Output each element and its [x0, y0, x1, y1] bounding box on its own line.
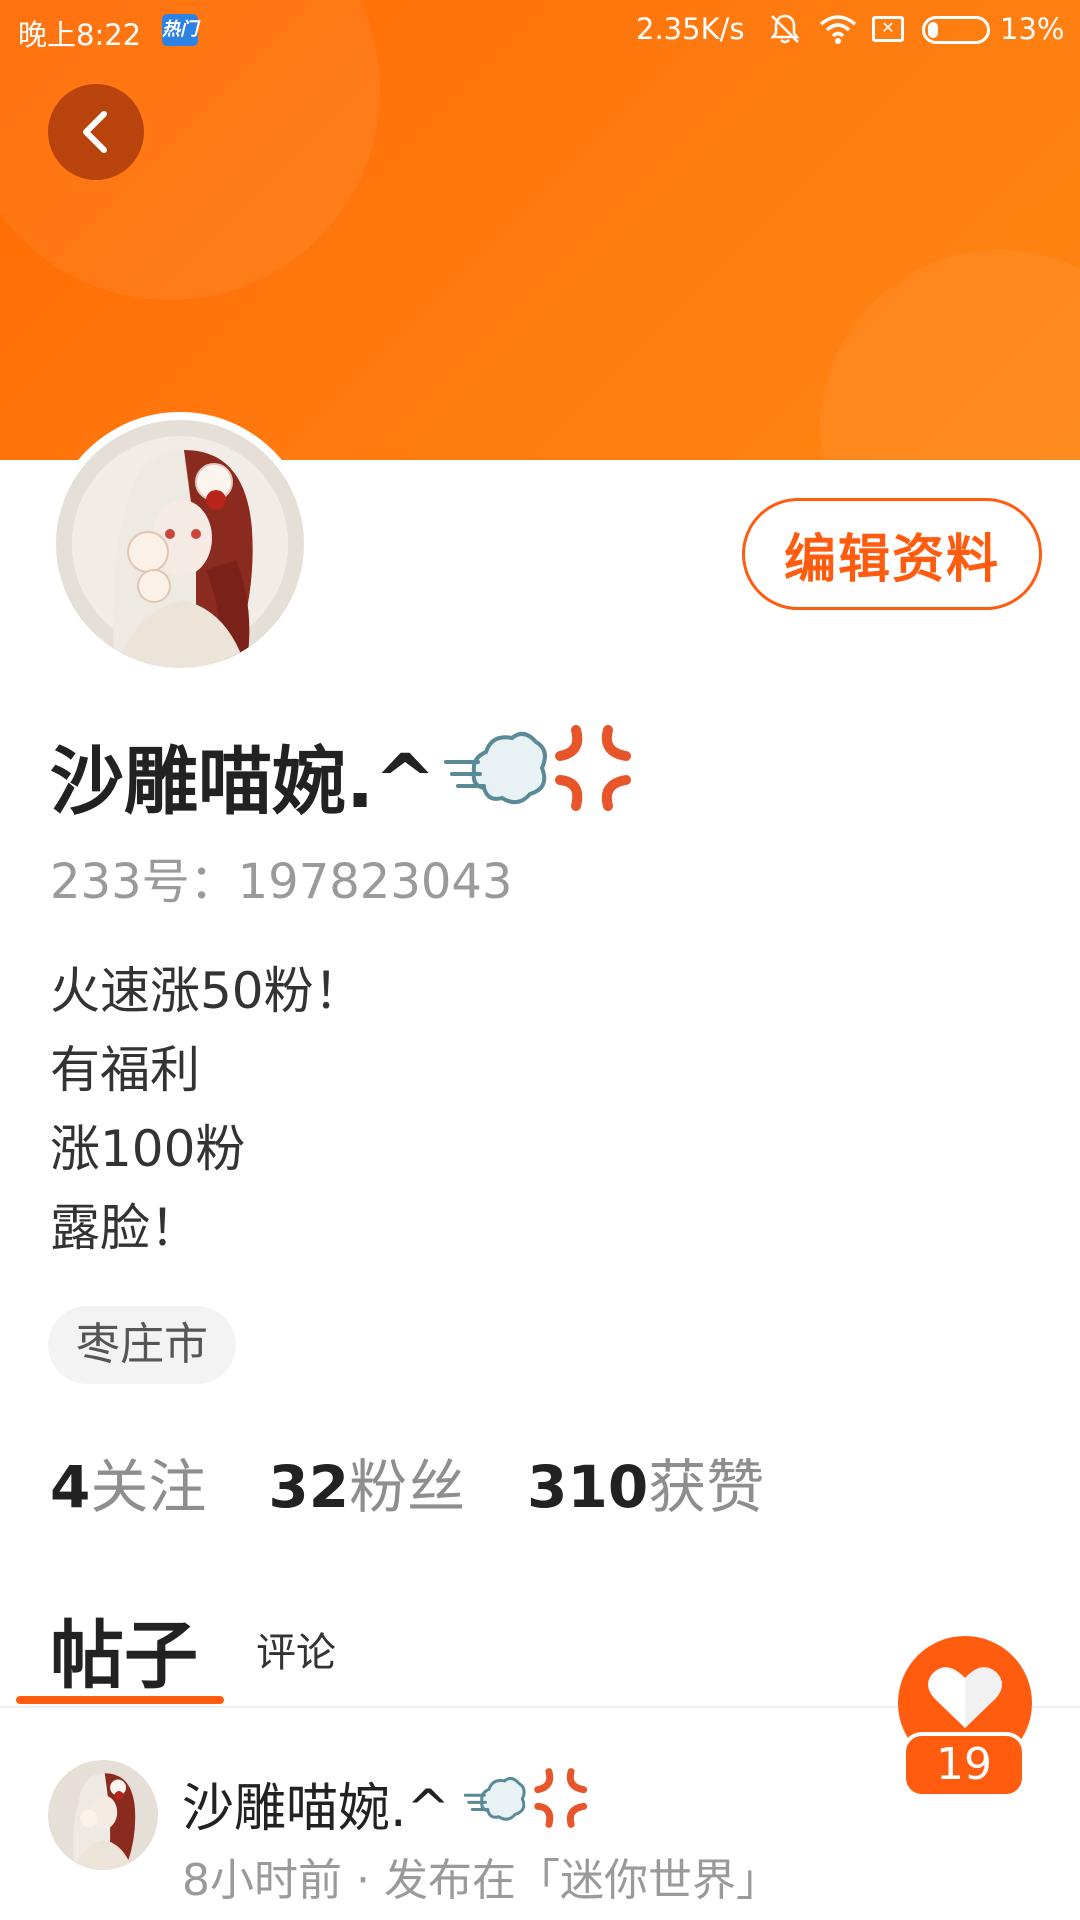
- heart-icon: [928, 1667, 1002, 1728]
- bio-line: 有福利: [50, 1041, 200, 1099]
- back-arrow-icon: [83, 111, 107, 153]
- tab-comments[interactable]: 评论: [256, 1620, 336, 1678]
- dash-cloud-icon: [464, 1776, 526, 1821]
- stat-value: 32: [268, 1453, 350, 1521]
- post-meta: 8小时前 · 发布在「迷你世界」: [182, 1855, 780, 1906]
- tab-posts[interactable]: 帖子: [50, 1596, 198, 1703]
- bio-line: 露脸！: [50, 1199, 200, 1257]
- stat-likes[interactable]: 310获赞: [527, 1440, 764, 1524]
- status-time: 晚上8:22: [18, 18, 142, 52]
- profile-header-banner: [0, 0, 1080, 460]
- no-sim-icon: ✕: [872, 16, 904, 42]
- hot-app-badge: 热门: [162, 14, 198, 46]
- post-author-name[interactable]: 沙雕喵婉.^: [182, 1766, 450, 1841]
- anger-symbol-icon: [534, 1768, 588, 1828]
- bell-off-icon: [770, 14, 800, 44]
- anger-symbol-icon: [555, 725, 631, 811]
- bio-line: 火速涨50粉！: [50, 962, 364, 1020]
- profile-stats: 4关注 32粉丝 310获赞: [50, 1440, 826, 1524]
- battery-percent: 13%: [1000, 12, 1065, 46]
- stat-value: 310: [527, 1453, 649, 1521]
- like-count-badge: 19: [902, 1732, 1026, 1798]
- stat-value: 4: [50, 1453, 91, 1521]
- profile-bio: 火速涨50粉！ 有福利 涨100粉 露脸！: [50, 952, 364, 1268]
- stat-label: 获赞: [648, 1453, 765, 1521]
- stat-label: 关注: [90, 1453, 207, 1521]
- avatar[interactable]: [56, 420, 304, 668]
- profile-username: 沙雕喵婉.^: [50, 739, 437, 825]
- network-speed: 2.35K/s: [636, 12, 745, 46]
- post-author-avatar[interactable]: [48, 1760, 158, 1870]
- user-id: 233号：197823043: [50, 854, 513, 910]
- edit-profile-button[interactable]: 编辑资料: [742, 498, 1042, 610]
- back-button[interactable]: [48, 84, 144, 180]
- stat-following[interactable]: 4关注: [50, 1440, 206, 1524]
- wifi-icon: [819, 15, 857, 44]
- battery-icon: [922, 16, 990, 44]
- stat-followers[interactable]: 32粉丝: [268, 1440, 465, 1524]
- status-bar: 晚上8:22 热门 2.35K/s ✕ 13%: [0, 0, 1080, 60]
- dash-cloud-icon: [444, 731, 547, 805]
- location-tag: 枣庄市: [48, 1306, 236, 1384]
- bio-line: 涨100粉: [50, 1120, 246, 1178]
- active-tab-indicator: [16, 1696, 224, 1704]
- stat-label: 粉丝: [349, 1453, 466, 1521]
